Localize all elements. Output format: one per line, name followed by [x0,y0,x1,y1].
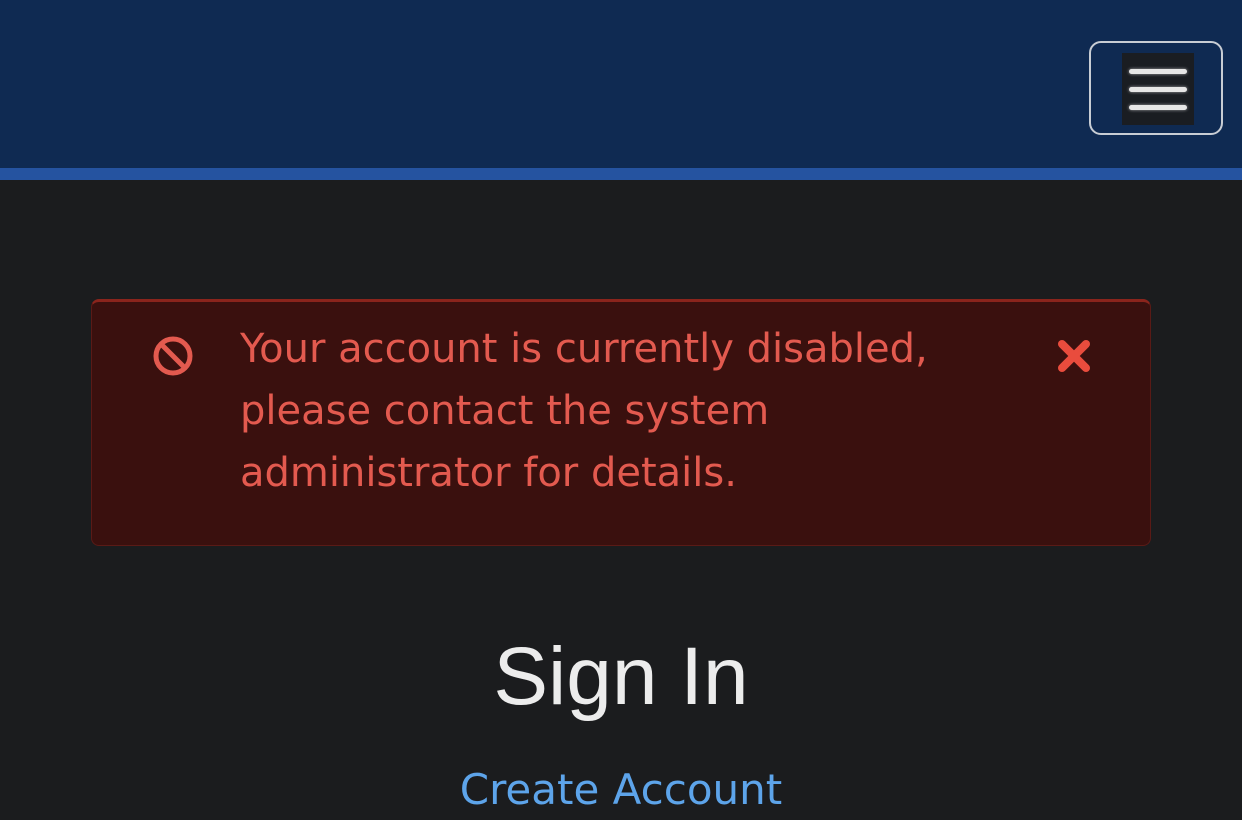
menu-toggle-button[interactable] [1089,41,1223,135]
page-title: Sign In [493,631,749,722]
top-navbar [0,0,1242,180]
hamburger-menu-icon [1122,53,1194,125]
account-disabled-alert: Your account is currently disabled, plea… [91,299,1151,546]
alert-message: Your account is currently disabled, plea… [240,326,928,496]
close-x-icon[interactable] [1054,336,1094,376]
no-entry-icon [153,336,193,376]
create-account-link[interactable]: Create Account [0,760,1242,820]
